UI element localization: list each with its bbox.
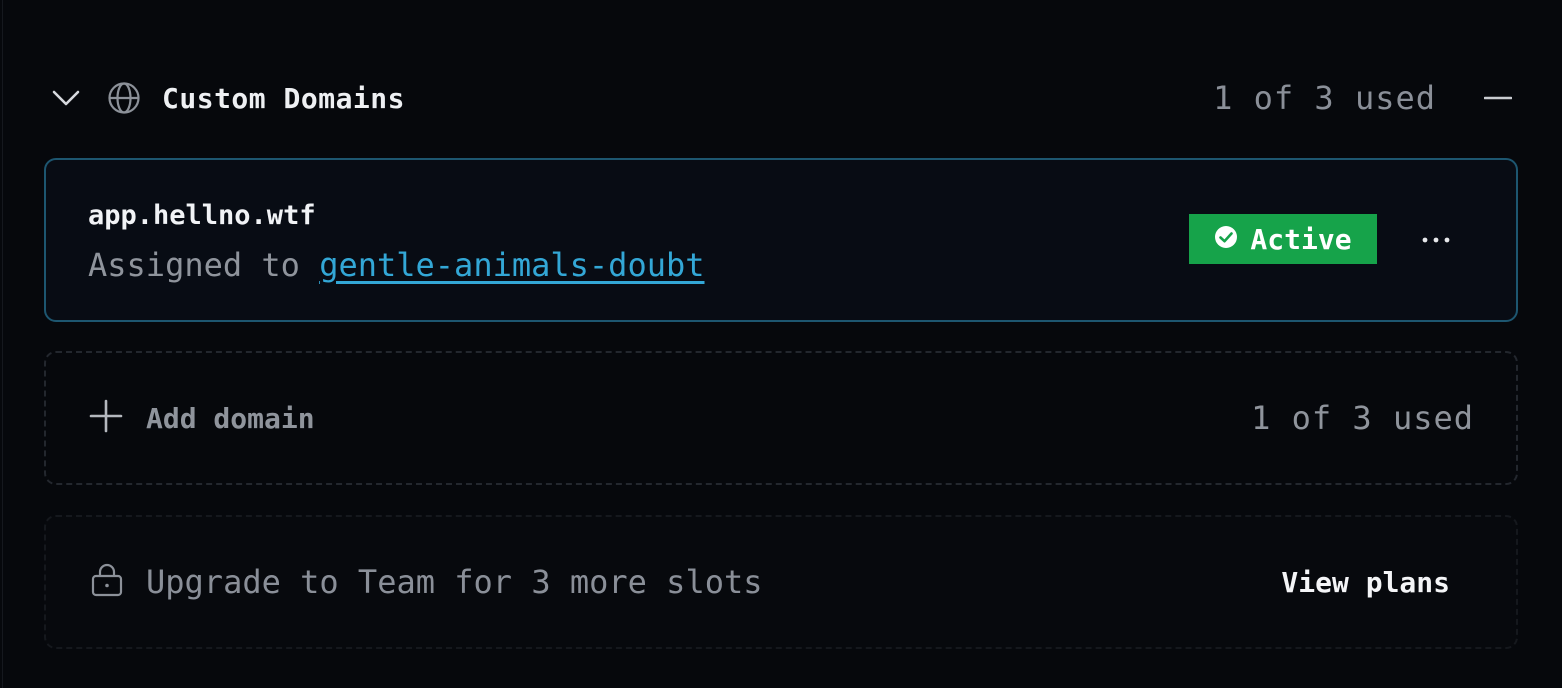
upgrade-content: Upgrade to Team for 3 more slots	[90, 517, 763, 647]
view-plans-button[interactable]: View plans	[1281, 517, 1450, 647]
custom-domains-panel: Custom Domains 1 of 3 used app.hellno.wt…	[0, 0, 1562, 688]
assigned-project-link[interactable]: gentle-animals-doubt	[319, 246, 704, 284]
chevron-down-icon[interactable]	[46, 78, 86, 118]
panel-divider	[2, 0, 3, 688]
domain-assignment: Assigned to gentle-animals-doubt	[88, 246, 705, 284]
add-domain-button[interactable]: Add domain 1 of 3 used	[44, 351, 1518, 485]
globe-icon	[106, 80, 142, 116]
lock-icon	[90, 563, 124, 601]
status-badge: Active	[1189, 214, 1377, 264]
plus-icon	[88, 398, 124, 438]
domain-name: app.hellno.wtf	[88, 200, 316, 231]
assigned-prefix: Assigned to	[88, 246, 300, 284]
add-domain-content: Add domain	[88, 353, 315, 483]
add-domain-usage: 1 of 3 used	[1251, 399, 1474, 437]
section-title: Custom Domains	[162, 81, 406, 115]
section-header: Custom Domains 1 of 3 used	[44, 68, 1518, 128]
usage-count: 1 of 3 used	[1213, 79, 1436, 117]
upgrade-text: Upgrade to Team for 3 more slots	[146, 563, 763, 601]
more-horizontal-icon[interactable]	[1414, 218, 1458, 262]
status-label: Active	[1250, 222, 1352, 256]
upgrade-banner: Upgrade to Team for 3 more slots View pl…	[44, 515, 1518, 649]
domain-card[interactable]: app.hellno.wtf Assigned to gentle-animal…	[44, 158, 1518, 322]
check-circle-icon	[1214, 225, 1238, 253]
minus-icon[interactable]	[1476, 76, 1520, 120]
add-domain-label: Add domain	[146, 401, 315, 435]
